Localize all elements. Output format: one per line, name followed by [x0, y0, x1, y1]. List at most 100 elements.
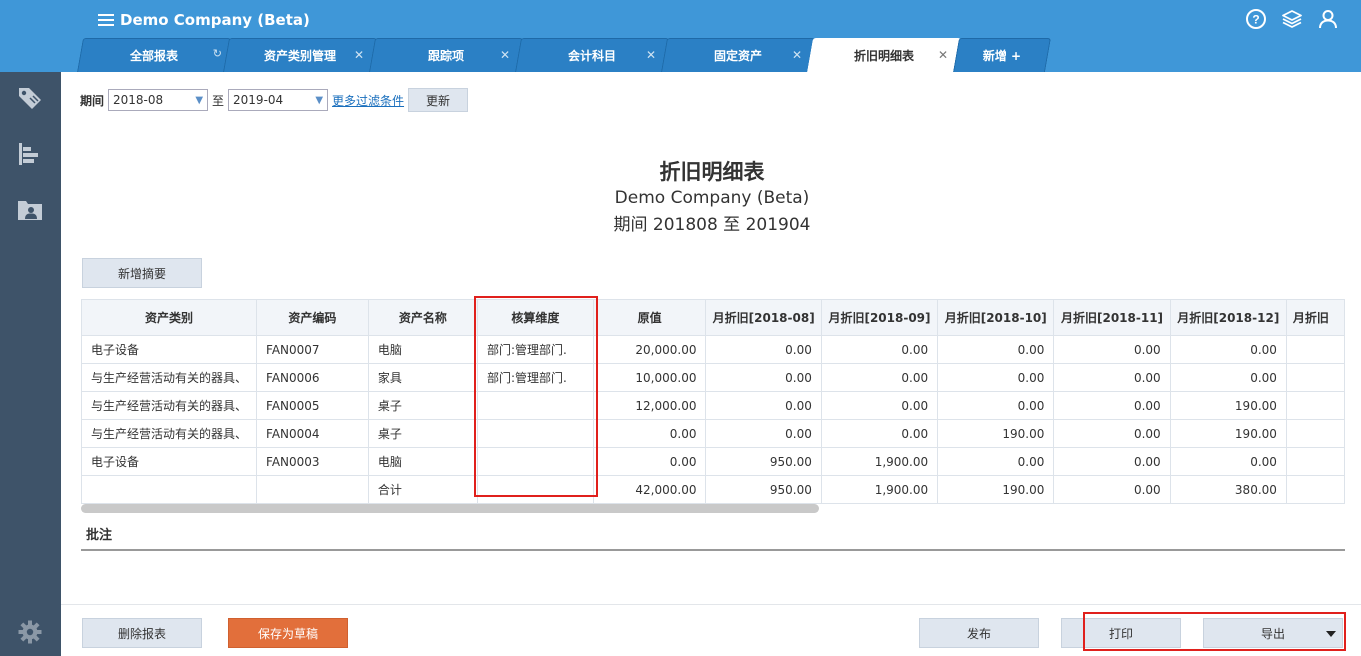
cell: 1,900.00 [820, 447, 939, 476]
column-header[interactable]: 资产名称 [367, 299, 478, 336]
cell: 380.00 [1169, 475, 1287, 504]
cell [1285, 363, 1345, 392]
cell: 0.00 [1169, 363, 1287, 392]
cell: 0.00 [820, 363, 939, 392]
highlight-box [1083, 612, 1346, 651]
tab-tracking[interactable]: 跟踪项 ✕ [369, 38, 523, 72]
tab-new[interactable]: 新增 + [953, 38, 1051, 72]
close-icon[interactable]: ✕ [500, 48, 510, 62]
column-header[interactable]: 原值 [592, 299, 707, 336]
column-header[interactable]: 月折旧[2018-10] [937, 299, 1055, 336]
table-row[interactable]: 电子设备 FAN0007 电脑 部门:管理部门. 20,000.00 0.00 0.00 0.… [81, 335, 1345, 364]
cell: FAN0005 [256, 391, 369, 420]
chevron-down-icon[interactable]: ▼ [195, 95, 203, 106]
user-icon[interactable] [1317, 8, 1339, 30]
tab-fixed-assets[interactable]: 固定资产 ✕ [661, 38, 815, 72]
table-row[interactable]: 与生产经营活动有关的器具、 FAN0005 桌子 12,000.00 0.00 0.00 0… [81, 391, 1345, 420]
column-header[interactable]: 资产类别 [81, 299, 258, 336]
cell: 家具 [367, 363, 478, 392]
cell: FAN0004 [256, 419, 369, 448]
cell: 0.00 [820, 335, 939, 364]
help-icon[interactable]: ? [1245, 8, 1267, 30]
table-row[interactable]: 电子设备 FAN0003 电脑 0.00 950.00 1,900.00 0.00 0.00 0… [81, 447, 1345, 476]
refresh-icon[interactable]: ↻ [213, 47, 222, 60]
add-summary-button[interactable]: 新增摘要 [82, 258, 202, 288]
cell: 0.00 [820, 391, 939, 420]
cell: 0.00 [937, 391, 1055, 420]
cell [256, 475, 369, 504]
folder-icon[interactable] [16, 196, 44, 224]
cell: 0.00 [1053, 419, 1171, 448]
horizontal-scrollbar[interactable] [81, 504, 819, 513]
cell: 0.00 [1053, 391, 1171, 420]
column-header[interactable]: 月折旧[2018-09] [820, 299, 939, 336]
divider [81, 549, 1345, 551]
column-header[interactable]: 月折旧 [1285, 299, 1345, 336]
update-button[interactable]: 更新 [408, 88, 469, 112]
chevron-down-icon[interactable]: ▼ [315, 95, 323, 106]
cell: 0.00 [1169, 447, 1287, 476]
cell: 0.00 [705, 419, 822, 448]
cell: 190.00 [937, 419, 1055, 448]
cell: 0.00 [1053, 447, 1171, 476]
period-to-select[interactable]: 2019-04 ▼ [228, 89, 329, 111]
report-company: Demo Company (Beta) [614, 188, 810, 208]
cell: 0.00 [937, 335, 1055, 364]
delete-report-button[interactable]: 删除报表 [82, 618, 202, 648]
cell: 桌子 [367, 419, 478, 448]
menu-icon[interactable] [98, 13, 114, 27]
cell [1285, 335, 1345, 364]
cell: 12,000.00 [592, 391, 707, 420]
cell: 0.00 [592, 447, 707, 476]
layers-icon[interactable] [1281, 8, 1303, 30]
tab-all-reports[interactable]: 全部报表 ↻ [77, 38, 231, 72]
cell: 0.00 [1053, 335, 1171, 364]
cell: 20,000.00 [592, 335, 707, 364]
cell: 190.00 [1169, 391, 1287, 420]
cell: FAN0007 [256, 335, 369, 364]
cell: 电子设备 [81, 335, 258, 364]
column-header[interactable]: 月折旧[2018-11] [1053, 299, 1171, 336]
close-icon[interactable]: ✕ [938, 48, 948, 62]
chart-icon[interactable] [16, 140, 44, 168]
period-label: 期间 [80, 93, 105, 108]
close-icon[interactable]: ✕ [646, 48, 656, 62]
total-row[interactable]: 合计 42,000.00 950.00 1,900.00 190.00 0.00 380.0… [81, 475, 1345, 504]
cell: FAN0003 [256, 447, 369, 476]
cell: 0.00 [1053, 363, 1171, 392]
cell: 电脑 [367, 335, 478, 364]
company-menu[interactable]: Demo Company (Beta) [98, 8, 310, 32]
column-header[interactable]: 月折旧[2018-08] [705, 299, 822, 336]
table-row[interactable]: 与生产经营活动有关的器具、 FAN0004 桌子 0.00 0.00 0.00 190.00… [81, 419, 1345, 448]
remarks-label: 批注 [86, 528, 113, 543]
more-filters-link[interactable]: 更多过滤条件 [332, 92, 404, 109]
close-icon[interactable]: ✕ [792, 48, 802, 62]
tag-icon[interactable] [16, 84, 44, 112]
table-row[interactable]: 与生产经营活动有关的器具、 FAN0006 家具 部门:管理部门. 10,000.00 0… [81, 363, 1345, 392]
publish-button[interactable]: 发布 [919, 618, 1039, 648]
table-header-row: 资产类别 资产编码 资产名称 核算维度 原值 月折旧[2018-08] 月折旧[… [81, 299, 1345, 336]
cell: 950.00 [705, 475, 822, 504]
tab-asset-category[interactable]: 资产类别管理 ✕ [223, 38, 377, 72]
cell: 桌子 [367, 391, 478, 420]
tab-bar: 全部报表 ↻ 资产类别管理 ✕ 跟踪项 ✕ 会计科目 ✕ 固定资产 ✕ 折旧明细表 ✕ 新增… [77, 38, 1051, 72]
tab-depreciation-detail[interactable]: 折旧明细表 ✕ [807, 38, 961, 72]
close-icon[interactable]: ✕ [354, 48, 364, 62]
cell [81, 475, 258, 504]
period-from-select[interactable]: 2018-08 ▼ [108, 89, 209, 111]
cell: 0.00 [1169, 335, 1287, 364]
settings-icon[interactable] [16, 618, 44, 646]
cell [1285, 419, 1345, 448]
company-name[interactable]: Demo Company (Beta) [120, 11, 310, 29]
cell: 190.00 [1169, 419, 1287, 448]
column-header[interactable]: 资产编码 [256, 299, 369, 336]
cell: 与生产经营活动有关的器具、 [81, 363, 258, 392]
svg-text:?: ? [1252, 13, 1259, 27]
cell: FAN0006 [256, 363, 369, 392]
cell: 1,900.00 [820, 475, 939, 504]
highlight-box [474, 296, 598, 497]
cell: 0.00 [705, 391, 822, 420]
save-draft-button[interactable]: 保存为草稿 [228, 618, 348, 648]
column-header[interactable]: 月折旧[2018-12] [1169, 299, 1287, 336]
tab-accounts[interactable]: 会计科目 ✕ [515, 38, 669, 72]
